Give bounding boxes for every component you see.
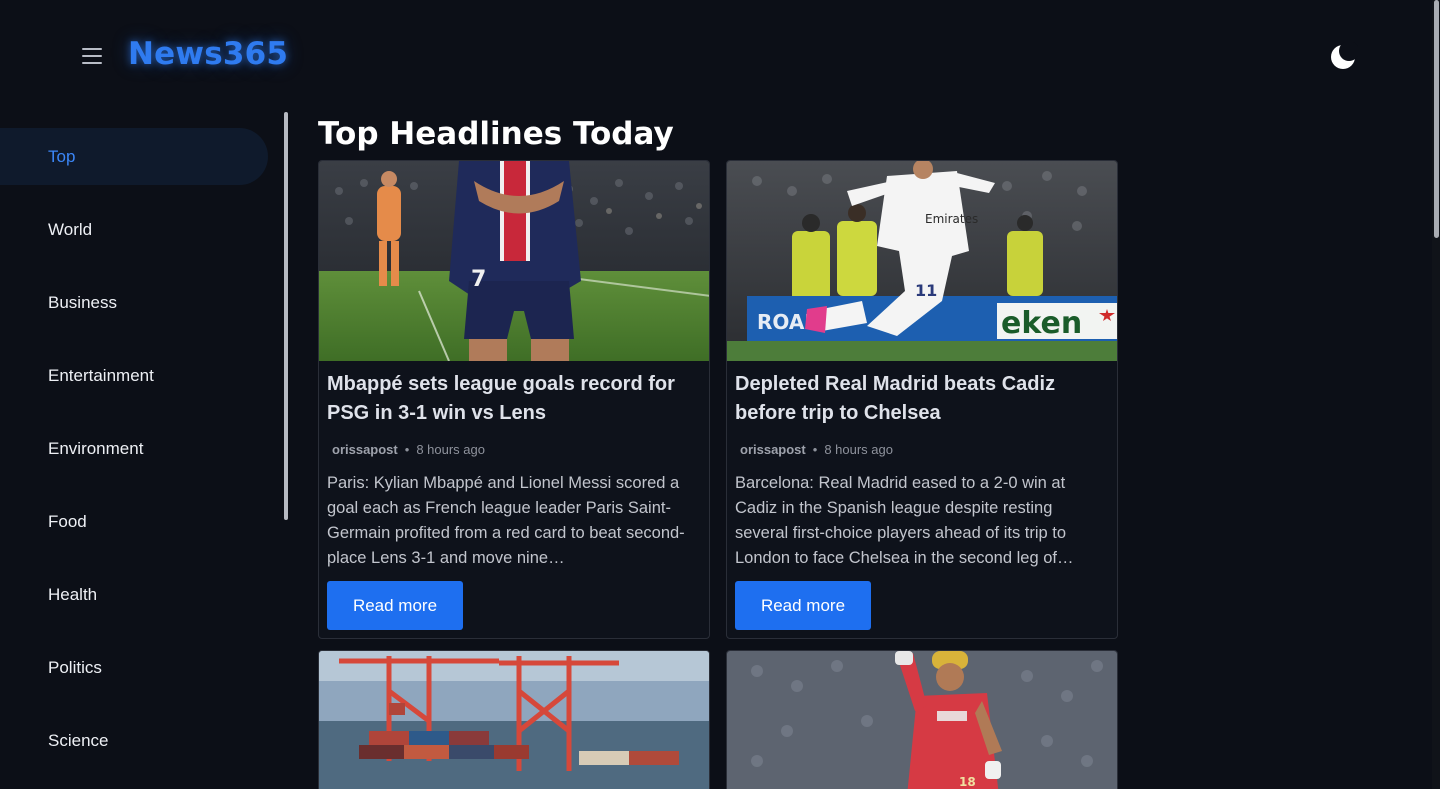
sidebar-item-top[interactable]: Top: [0, 128, 268, 185]
sidebar-item-business[interactable]: Business: [0, 274, 268, 331]
article-title[interactable]: Mbappé sets league goals record for PSG …: [327, 370, 701, 428]
article-description: Paris: Kylian Mbappé and Lionel Messi sc…: [327, 474, 685, 567]
article-image[interactable]: 7: [319, 161, 709, 361]
sidebar-scrollbar[interactable]: [284, 112, 288, 520]
news-card: 7 Mbappé sets league goals record for PS…: [318, 160, 710, 639]
hamburger-menu-icon[interactable]: [80, 45, 104, 67]
article-time: 8 hours ago: [824, 441, 893, 457]
news-card: 18: [726, 650, 1118, 789]
category-sidebar: Top World Business Entertainment Environ…: [0, 110, 284, 789]
svg-text:7: 7: [471, 267, 486, 292]
article-image[interactable]: ROAD eken Emirates 11: [727, 161, 1117, 361]
article-source: orissapost: [332, 441, 398, 457]
read-more-button[interactable]: Read more: [327, 581, 463, 630]
top-header: News365: [0, 0, 1432, 110]
news-card: [318, 650, 710, 789]
moon-icon[interactable]: [1328, 41, 1359, 72]
article-time: 8 hours ago: [416, 441, 485, 457]
page-scrollbar[interactable]: [1432, 0, 1440, 789]
article-meta: orissapost • 8 hours ago: [332, 441, 485, 457]
sidebar-item-health[interactable]: Health: [0, 566, 268, 623]
article-description: Barcelona: Real Madrid eased to a 2-0 wi…: [735, 474, 1074, 567]
sidebar-item-world[interactable]: World: [0, 201, 268, 258]
news-card: ROAD eken Emirates 11 Depleted Real Madr…: [726, 160, 1118, 639]
article-image[interactable]: [319, 651, 709, 789]
page-title: Top Headlines Today: [318, 116, 674, 152]
sidebar-item-environment[interactable]: Environment: [0, 420, 268, 477]
sidebar-item-food[interactable]: Food: [0, 493, 268, 550]
read-more-button[interactable]: Read more: [735, 581, 871, 630]
article-title[interactable]: Depleted Real Madrid beats Cadiz before …: [735, 370, 1109, 428]
page-scrollbar-thumb[interactable]: [1434, 0, 1439, 238]
svg-text:11: 11: [915, 281, 937, 300]
sidebar-item-politics[interactable]: Politics: [0, 639, 268, 696]
article-source: orissapost: [740, 441, 806, 457]
sidebar-item-entertainment[interactable]: Entertainment: [0, 347, 268, 404]
site-logo[interactable]: News365: [128, 36, 288, 72]
svg-text:18: 18: [959, 775, 976, 789]
sidebar-item-science[interactable]: Science: [0, 712, 268, 769]
article-image[interactable]: 18: [727, 651, 1117, 789]
article-meta: orissapost • 8 hours ago: [740, 441, 893, 457]
svg-text:Emirates: Emirates: [925, 212, 978, 226]
svg-text:eken: eken: [1001, 306, 1082, 341]
